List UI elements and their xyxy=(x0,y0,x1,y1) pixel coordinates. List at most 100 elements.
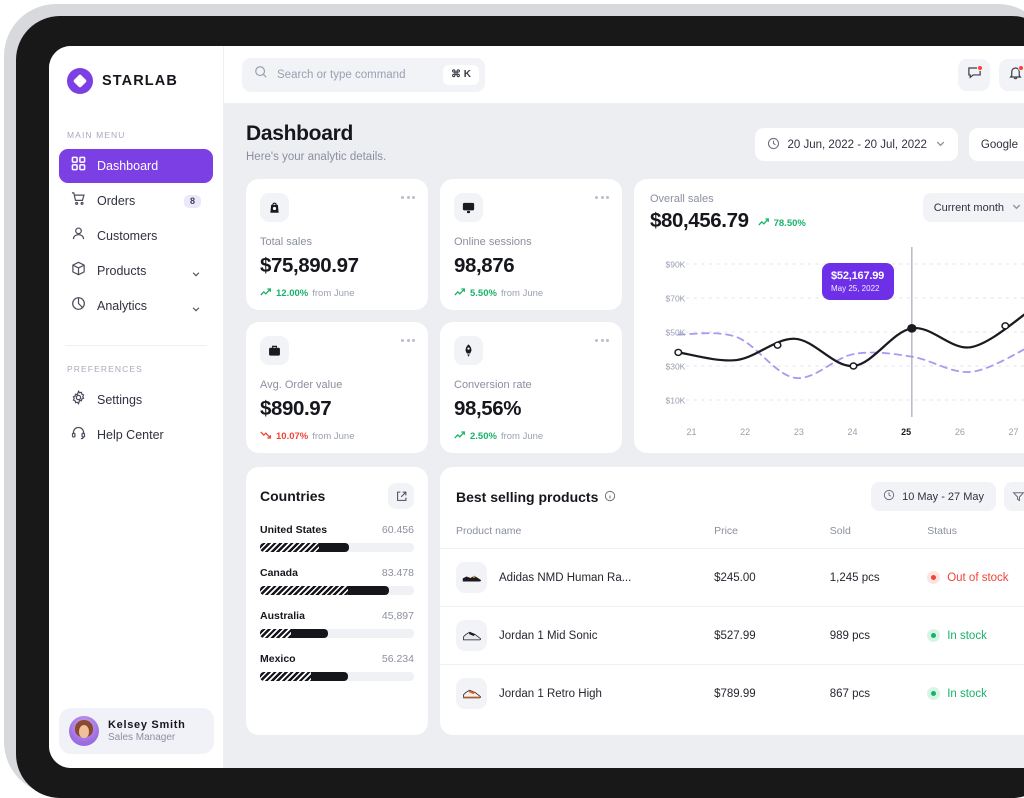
sidebar-item-customers[interactable]: Customers xyxy=(59,219,213,253)
stat-delta-pct: 10.07% xyxy=(276,431,309,442)
country-progress-track xyxy=(260,672,414,681)
header-controls: 20 Jun, 2022 - 20 Jul, 2022 Google xyxy=(754,122,1024,161)
trend-up-icon xyxy=(757,217,770,230)
table-row[interactable]: Adidas NMD Human Ra... $245.00 1,245 pcs Ou… xyxy=(440,548,1024,607)
country-progress-fill xyxy=(260,672,348,681)
page-header: Dashboard Here's your analytic details. … xyxy=(246,122,1024,163)
status-dot-icon xyxy=(927,571,941,584)
svg-text:27: 27 xyxy=(1008,427,1018,437)
sidebar-item-orders[interactable]: Orders 8 xyxy=(59,184,213,218)
chart-period-select[interactable]: Current month xyxy=(922,193,1024,222)
page-subtitle: Here's your analytic details. xyxy=(246,151,387,163)
notifications-button[interactable] xyxy=(999,58,1024,91)
country-progress-hatch xyxy=(260,672,311,681)
sidebar-divider xyxy=(65,345,207,346)
sidebar-item-help-center[interactable]: Help Center xyxy=(59,418,213,452)
products-title-text: Best selling products xyxy=(456,488,599,505)
sidebar-item-label: Products xyxy=(97,264,147,278)
sidebar-item-products[interactable]: Products xyxy=(59,254,213,288)
search-shortcut: ⌘ K xyxy=(443,64,479,85)
top-grid: Total sales $75,890.97 12.00% from June xyxy=(246,179,1024,453)
chevron-down-icon xyxy=(935,138,946,152)
user-profile-card[interactable]: Kelsey Smith Sales Manager xyxy=(59,708,214,754)
device-frame-outer: STARLAB MAIN MENU Dashboard Orders 8 Cus… xyxy=(4,4,1024,798)
monitor-icon xyxy=(454,193,483,222)
stat-label: Total sales xyxy=(260,236,312,248)
country-name: Australia xyxy=(260,610,305,622)
card-menu-button[interactable] xyxy=(401,196,415,199)
svg-text:21: 21 xyxy=(686,427,696,437)
sidebar-item-settings[interactable]: Settings xyxy=(59,383,213,417)
chevron-down-icon xyxy=(1011,201,1022,215)
chart-delta-value: 78.50% xyxy=(773,218,806,229)
products-column-header: Status xyxy=(927,525,957,537)
stat-delta-pct: 2.50% xyxy=(470,431,497,442)
orders-badge: 8 xyxy=(183,194,201,208)
user-role: Sales Manager xyxy=(108,732,176,743)
tooltip-value: $52,167.99 xyxy=(831,270,885,282)
trend-up-icon xyxy=(260,287,272,300)
card-menu-button[interactable] xyxy=(401,339,415,342)
tooltip-date: May 25, 2022 xyxy=(831,284,880,293)
country-name: United States xyxy=(260,524,328,536)
page-content: Dashboard Here's your analytic details. … xyxy=(224,104,1024,768)
page-title: Dashboard xyxy=(246,122,353,145)
table-row[interactable]: Jordan 1 Retro High $789.99 867 pcs In stoc… xyxy=(440,664,1024,723)
product-price: $789.99 xyxy=(714,664,830,723)
countries-card: Countries United States 60.456 Canada 83.47… xyxy=(246,467,428,735)
messages-button[interactable] xyxy=(958,58,990,91)
country-name: Canada xyxy=(260,567,298,579)
products-date-range-value: 10 May - 27 May xyxy=(902,490,984,503)
svg-text:$10K: $10K xyxy=(666,396,686,406)
svg-text:$30K: $30K xyxy=(666,362,686,372)
card-menu-button[interactable] xyxy=(595,339,609,342)
sidebar-item-dashboard[interactable]: Dashboard xyxy=(59,149,213,183)
status-badge: Out of stock xyxy=(927,571,1024,584)
card-menu-button[interactable] xyxy=(595,196,609,199)
pie-chart-icon xyxy=(71,296,86,316)
country-value: 45,897 xyxy=(381,610,414,622)
chart-period-value: Current month xyxy=(933,201,1004,214)
status-label: In stock xyxy=(947,687,987,700)
country-row: United States 60.456 xyxy=(260,524,414,552)
trend-down-icon xyxy=(260,430,272,443)
table-row[interactable]: Jordan 1 Mid Sonic $527.99 989 pcs In stock xyxy=(440,606,1024,665)
stat-delta-pct: 12.00% xyxy=(276,288,309,299)
main-area: Search or type command ⌘ K Dashboard Her… xyxy=(224,46,1024,768)
products-column-header: Sold xyxy=(829,525,851,537)
external-link-icon[interactable] xyxy=(388,483,414,509)
status-badge: In stock xyxy=(927,687,1024,701)
product-thumbnail-icon xyxy=(456,562,487,593)
trend-up-icon xyxy=(454,430,466,443)
starlab-logo-icon xyxy=(67,68,93,94)
svg-text:26: 26 xyxy=(955,427,965,437)
stat-delta: 2.50% from June xyxy=(454,430,608,443)
products-date-range[interactable]: 10 May - 27 May xyxy=(871,482,996,511)
country-progress-fill xyxy=(260,586,390,595)
clock-icon xyxy=(883,489,895,504)
sidebar-item-analytics[interactable]: Analytics xyxy=(59,289,213,323)
briefcase-icon xyxy=(260,336,289,365)
sidebar-item-label: Help Center xyxy=(97,428,164,442)
products-column-header: Price xyxy=(714,525,738,537)
products-controls: 10 May - 27 May xyxy=(871,482,1024,511)
date-range-picker[interactable]: 20 Jun, 2022 - 20 Jul, 2022 xyxy=(754,128,958,161)
box-icon xyxy=(71,261,86,281)
avatar xyxy=(69,716,99,746)
product-status-cell: Out of stock xyxy=(927,548,1024,607)
source-select[interactable]: Google xyxy=(968,128,1024,161)
search-input[interactable]: Search or type command ⌘ K xyxy=(242,57,485,92)
brand-logo[interactable]: STARLAB xyxy=(49,46,223,94)
chart-delta: 78.50% xyxy=(757,217,806,230)
stat-delta-pct: 5.50% xyxy=(470,288,497,299)
info-icon[interactable] xyxy=(604,489,616,505)
country-progress-track xyxy=(260,586,414,595)
stat-card-avg-order-value: Avg. Order value $890.97 10.07% from Jun… xyxy=(246,322,428,453)
sidebar: STARLAB MAIN MENU Dashboard Orders 8 Cus… xyxy=(49,46,224,768)
country-name: Mexico xyxy=(260,653,296,665)
product-sold: 867 pcs xyxy=(829,664,928,723)
gear-icon xyxy=(71,390,86,410)
svg-text:$50K: $50K xyxy=(666,328,686,338)
filter-icon[interactable] xyxy=(1004,482,1024,511)
stat-delta: 5.50% from June xyxy=(454,287,608,300)
